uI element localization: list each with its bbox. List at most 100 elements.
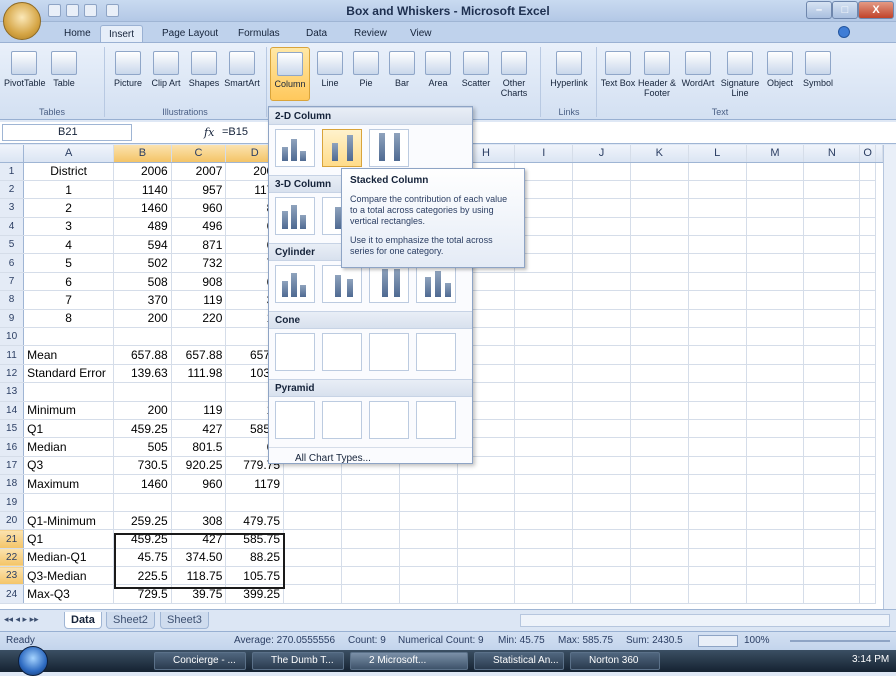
cell-empty[interactable] bbox=[514, 584, 574, 604]
cell-empty[interactable] bbox=[514, 327, 574, 347]
cell-c[interactable]: 801.5 bbox=[171, 437, 227, 457]
column-header-l[interactable]: L bbox=[688, 145, 747, 163]
cell-empty[interactable] bbox=[688, 419, 747, 439]
cell-empty[interactable] bbox=[514, 345, 574, 365]
cell-empty[interactable] bbox=[688, 364, 747, 384]
cell-c[interactable] bbox=[171, 493, 227, 512]
cell-b[interactable]: 1460 bbox=[113, 474, 172, 494]
cell-empty[interactable] bbox=[572, 493, 631, 512]
cell-empty[interactable] bbox=[283, 493, 342, 512]
other-charts-button[interactable]: Other Charts bbox=[494, 47, 534, 101]
cell-b[interactable]: 2006 bbox=[113, 162, 172, 181]
cell-empty[interactable] bbox=[746, 437, 805, 457]
cell-empty[interactable] bbox=[746, 162, 805, 181]
cell-empty[interactable] bbox=[399, 474, 458, 494]
text-box-button[interactable]: Text Box bbox=[600, 47, 636, 101]
formula-input[interactable]: =B15 bbox=[222, 126, 248, 138]
cell-empty[interactable] bbox=[457, 474, 516, 494]
cell-b[interactable] bbox=[113, 327, 172, 347]
cell-empty[interactable] bbox=[630, 345, 689, 365]
cell-empty[interactable] bbox=[746, 235, 805, 255]
save-icon[interactable] bbox=[48, 4, 61, 17]
maximize-button[interactable]: □ bbox=[832, 1, 858, 19]
pyramid-100-stacked-option[interactable] bbox=[369, 401, 410, 439]
cell-empty[interactable] bbox=[803, 456, 861, 476]
cell-empty[interactable] bbox=[688, 584, 747, 604]
shapes-button[interactable]: Shapes bbox=[184, 47, 224, 101]
cell-empty[interactable] bbox=[457, 548, 516, 568]
cell-b[interactable]: 502 bbox=[113, 253, 172, 273]
cell-empty[interactable] bbox=[572, 235, 631, 255]
cell-c[interactable]: 427 bbox=[171, 419, 227, 439]
cell-empty[interactable] bbox=[803, 309, 861, 329]
cell-empty[interactable] bbox=[746, 529, 805, 549]
cell-empty[interactable] bbox=[283, 566, 342, 586]
cell-empty[interactable] bbox=[283, 511, 342, 531]
cell-empty[interactable] bbox=[514, 456, 574, 476]
office-button[interactable] bbox=[3, 2, 41, 40]
taskbar-item-dumb[interactable]: The Dumb T... bbox=[252, 652, 344, 670]
cell-empty[interactable] bbox=[572, 290, 631, 310]
cell-a[interactable]: Q1 bbox=[23, 419, 115, 439]
sheet-tab-data[interactable]: Data bbox=[64, 612, 102, 629]
cell-a[interactable] bbox=[23, 327, 115, 347]
cell-empty[interactable] bbox=[688, 272, 747, 292]
cell-empty[interactable] bbox=[572, 217, 631, 237]
cell-empty[interactable] bbox=[746, 180, 805, 200]
cell-c[interactable]: 960 bbox=[171, 474, 227, 494]
cell-c[interactable]: 657.88 bbox=[171, 345, 227, 365]
cell-empty[interactable] bbox=[399, 529, 458, 549]
cell-empty[interactable] bbox=[688, 327, 747, 347]
cell-c[interactable]: 2007 bbox=[171, 162, 227, 181]
cell-empty[interactable] bbox=[688, 437, 747, 457]
cell-empty[interactable] bbox=[803, 235, 861, 255]
cell-empty[interactable] bbox=[341, 548, 400, 568]
close-button[interactable]: X bbox=[858, 1, 894, 19]
cell-empty[interactable] bbox=[630, 493, 689, 512]
cell-a[interactable]: 1 bbox=[23, 180, 115, 200]
cell-empty[interactable] bbox=[746, 584, 805, 604]
pyramid-clustered-option[interactable] bbox=[275, 401, 315, 439]
stacked-column-option[interactable] bbox=[322, 129, 363, 167]
cell-b[interactable] bbox=[113, 493, 172, 512]
cell-b[interactable]: 1140 bbox=[113, 180, 172, 200]
column-header-a[interactable]: A bbox=[23, 145, 115, 163]
tab-insert[interactable]: Insert bbox=[100, 25, 144, 42]
cell-empty[interactable] bbox=[514, 419, 574, 439]
cell-a[interactable]: 2 bbox=[23, 198, 115, 218]
cell-empty[interactable] bbox=[688, 566, 747, 586]
line-chart-button[interactable]: Line bbox=[310, 47, 350, 101]
cell-empty[interactable] bbox=[283, 529, 342, 549]
cell-empty[interactable] bbox=[630, 529, 689, 549]
cell-empty[interactable] bbox=[803, 548, 861, 568]
row-header[interactable]: 21 bbox=[0, 529, 25, 549]
cell-empty[interactable] bbox=[803, 584, 861, 604]
cell-empty[interactable] bbox=[514, 548, 574, 568]
cell-empty[interactable] bbox=[572, 566, 631, 586]
scatter-chart-button[interactable]: Scatter bbox=[456, 47, 496, 101]
cell-empty[interactable] bbox=[630, 162, 689, 181]
cell-a[interactable]: Q3-Median bbox=[23, 566, 115, 586]
cell-empty[interactable] bbox=[630, 198, 689, 218]
wordart-button[interactable]: WordArt bbox=[678, 47, 718, 101]
help-icon[interactable] bbox=[838, 26, 850, 38]
insert-function-icon[interactable]: fx bbox=[204, 126, 214, 139]
cylinder-3d-option[interactable] bbox=[416, 265, 457, 303]
cell-empty[interactable] bbox=[630, 474, 689, 494]
cell-b[interactable]: 508 bbox=[113, 272, 172, 292]
cell-empty[interactable] bbox=[746, 327, 805, 347]
cell-empty[interactable] bbox=[688, 548, 747, 568]
taskbar-item-microsoft[interactable]: 2 Microsoft... bbox=[350, 652, 468, 670]
cell-empty[interactable] bbox=[630, 309, 689, 329]
cell-empty[interactable] bbox=[514, 566, 574, 586]
row-header[interactable]: 8 bbox=[0, 290, 25, 310]
cell-empty[interactable] bbox=[746, 566, 805, 586]
cell-empty[interactable] bbox=[688, 309, 747, 329]
row-header[interactable]: 10 bbox=[0, 327, 25, 347]
cell-c[interactable]: 111.98 bbox=[171, 364, 227, 384]
cell-empty[interactable] bbox=[341, 584, 400, 604]
cell-empty[interactable] bbox=[630, 272, 689, 292]
zoom-level[interactable]: 100% bbox=[744, 635, 770, 646]
cell-c[interactable]: 308 bbox=[171, 511, 227, 531]
cell-empty[interactable] bbox=[630, 419, 689, 439]
